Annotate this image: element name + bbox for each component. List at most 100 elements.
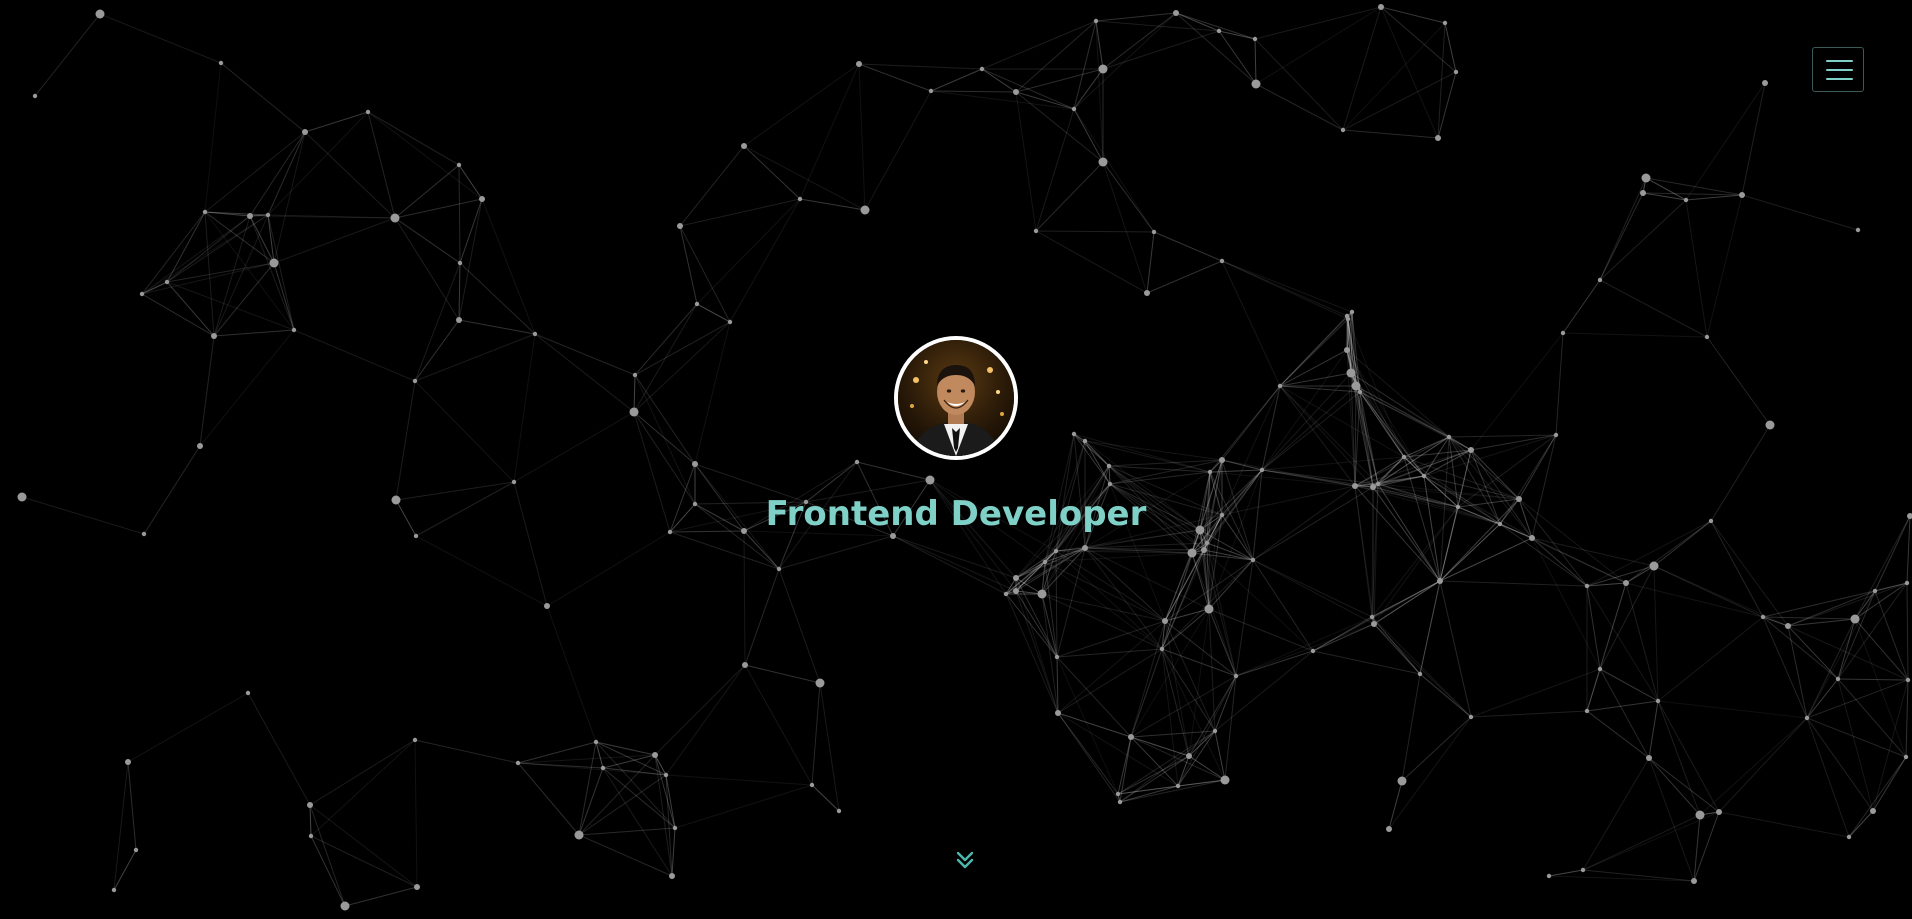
menu-button[interactable] <box>1812 47 1864 92</box>
network-node <box>809 782 815 788</box>
network-link <box>696 198 801 305</box>
network-link <box>273 262 295 331</box>
network-link <box>679 225 731 323</box>
network-node <box>1453 69 1459 75</box>
network-link <box>778 535 894 570</box>
network-node <box>1349 309 1355 315</box>
scroll-down-button[interactable] <box>954 848 976 872</box>
network-node <box>1497 521 1503 527</box>
network-link <box>1448 436 1520 500</box>
network-link <box>513 333 536 483</box>
network-link <box>166 281 215 337</box>
network-node <box>1640 190 1646 196</box>
network-link <box>1837 678 1909 681</box>
network-node <box>1446 434 1452 440</box>
network-link <box>458 198 483 321</box>
network-link <box>1419 580 1441 675</box>
network-link <box>458 164 483 200</box>
network-link <box>1235 559 1254 677</box>
network-link <box>310 739 416 837</box>
network-node <box>1082 438 1088 444</box>
network-node <box>1216 28 1222 34</box>
network-link <box>1102 161 1148 294</box>
network-node <box>412 378 418 384</box>
network-link <box>578 834 673 877</box>
network-link <box>21 496 145 535</box>
network-link <box>1872 679 1909 812</box>
network-link <box>1095 12 1177 22</box>
network-link <box>1648 700 1659 759</box>
network-link <box>1645 177 1743 196</box>
network-link <box>679 225 698 305</box>
network-link <box>1625 520 1712 584</box>
network-node <box>202 209 208 215</box>
network-link <box>394 217 460 321</box>
network-node <box>1251 79 1261 89</box>
network-node <box>291 327 297 333</box>
network-link <box>1102 161 1155 233</box>
network-node <box>1277 383 1283 389</box>
network-link <box>743 145 801 200</box>
network-link <box>743 63 860 147</box>
network-link <box>1657 700 1720 813</box>
network-link <box>930 90 1017 93</box>
network-link <box>1685 199 1708 338</box>
network-node <box>456 317 462 323</box>
network-node <box>1219 258 1225 264</box>
network-link <box>1599 177 1647 281</box>
network-link <box>1806 717 1907 758</box>
network-node <box>164 279 170 285</box>
network-node <box>797 196 803 202</box>
network-link <box>634 374 696 505</box>
network-node <box>245 690 251 696</box>
network-link <box>141 214 269 295</box>
network-link <box>1055 550 1058 658</box>
network-node <box>1033 228 1039 234</box>
network-link <box>1044 561 1166 622</box>
network-node <box>1310 648 1316 654</box>
network-link <box>671 827 676 877</box>
network-link <box>394 217 461 264</box>
network-node <box>1739 192 1745 198</box>
network-node <box>1762 80 1768 86</box>
network-node <box>532 331 538 337</box>
network-node <box>860 205 870 215</box>
network-link <box>1685 194 1743 201</box>
network-link <box>856 461 931 481</box>
network-node <box>1560 330 1566 336</box>
network-node <box>1042 559 1048 565</box>
page-title: Frontend Developer <box>765 494 1147 534</box>
network-link <box>1015 91 1075 110</box>
network-link <box>309 739 416 806</box>
network-link <box>367 111 460 166</box>
network-link <box>665 774 813 786</box>
network-link <box>1787 625 1839 680</box>
network-node <box>1435 135 1441 141</box>
network-link <box>1255 83 1344 131</box>
network-link <box>394 164 460 219</box>
network-node <box>1352 483 1358 489</box>
network-link <box>1419 673 1472 718</box>
network-node <box>1580 867 1586 873</box>
network-link <box>858 63 983 70</box>
network-link <box>1906 582 1909 681</box>
network-link <box>1718 811 1850 838</box>
network-link <box>1175 12 1257 85</box>
network-link <box>1710 520 1764 618</box>
network-link <box>249 215 275 264</box>
network-link <box>1279 385 1361 393</box>
network-link <box>1355 385 1450 438</box>
network-link <box>1787 625 1808 719</box>
network-node <box>1553 432 1559 438</box>
network-link <box>1388 780 1403 830</box>
network-link <box>1693 814 1701 882</box>
network-link <box>1015 590 1058 658</box>
network-link <box>1255 6 1382 85</box>
network-node <box>1649 561 1659 571</box>
network-node <box>1584 708 1590 714</box>
network-link <box>1035 230 1148 294</box>
network-link <box>459 262 536 335</box>
network-link <box>204 62 222 213</box>
network-link <box>1625 582 1659 702</box>
network-link <box>634 374 696 465</box>
